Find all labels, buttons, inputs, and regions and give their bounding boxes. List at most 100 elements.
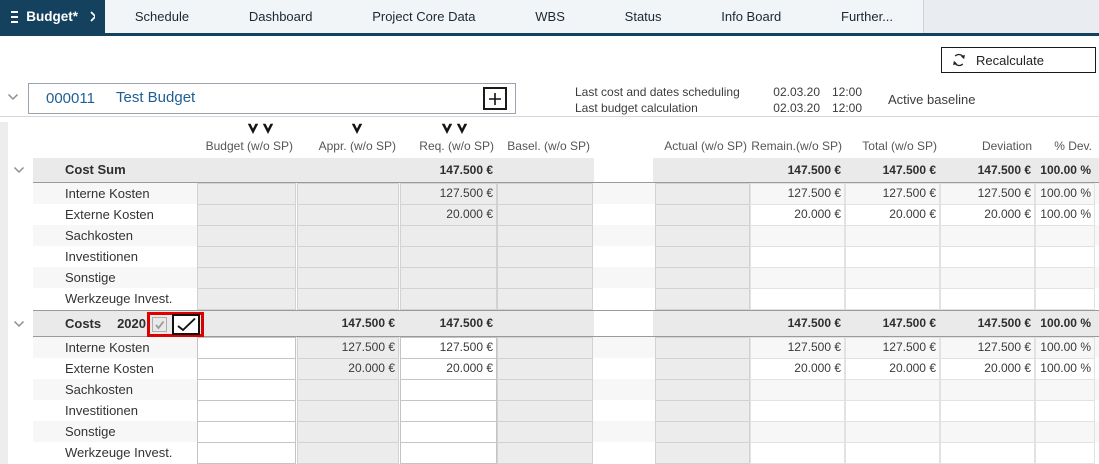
tab-status[interactable]: Status xyxy=(625,9,662,24)
cell-budget[interactable] xyxy=(197,442,296,464)
row-label: Sachkosten xyxy=(65,225,133,246)
cell-budget[interactable] xyxy=(197,358,296,380)
cell-remain xyxy=(750,400,845,422)
cell-basel xyxy=(497,246,593,268)
cell-appr xyxy=(297,442,399,464)
value-pct: 100.00 % xyxy=(1035,183,1095,204)
section-expand-chevron-icon[interactable] xyxy=(13,166,25,174)
summary-value-deviation: 147.500 € xyxy=(940,158,1035,182)
recalculate-button[interactable]: Recalculate xyxy=(941,47,1096,73)
cell-basel xyxy=(497,442,593,464)
cell-budget xyxy=(197,225,296,247)
cell-total xyxy=(845,246,940,268)
tab-list: Schedule Dashboard Project Core Data WBS Sta… xyxy=(105,0,923,33)
close-tab-icon[interactable] xyxy=(90,11,95,22)
tab-schedule[interactable]: Schedule xyxy=(135,9,189,24)
cell-budget xyxy=(197,267,296,289)
cell-appr xyxy=(297,421,399,443)
cell-appr xyxy=(297,225,399,247)
column-marker-group-appr xyxy=(351,123,362,136)
approved-checkbox-disabled xyxy=(152,317,167,332)
column-marker-icon xyxy=(441,123,452,134)
value-req: 20.000 € xyxy=(400,358,497,379)
tab-project-core-data[interactable]: Project Core Data xyxy=(372,9,475,24)
column-marker-group-req xyxy=(441,123,467,136)
cell-budget xyxy=(197,183,296,205)
column-marker-icon xyxy=(351,123,362,134)
cell-budget[interactable] xyxy=(197,379,296,401)
active-tab-label: Budget* xyxy=(26,9,78,24)
cell-remain xyxy=(750,246,845,268)
cell-basel xyxy=(497,183,593,205)
value-pct: 100.00 % xyxy=(1035,204,1095,225)
cell-deviation xyxy=(940,442,1035,464)
recalculate-icon xyxy=(951,52,967,68)
value-req: 127.500 € xyxy=(400,183,497,204)
cell-total xyxy=(845,400,940,422)
cell-deviation xyxy=(940,288,1035,310)
tab-wbs[interactable]: WBS xyxy=(535,9,565,24)
cell-appr xyxy=(297,246,399,268)
project-expand-chevron-icon[interactable] xyxy=(7,93,19,101)
value-deviation: 20.000 € xyxy=(940,204,1035,225)
value-appr: 127.500 € xyxy=(297,337,399,358)
row-label: Externe Kosten xyxy=(65,358,154,379)
section-title: Costs xyxy=(65,311,101,336)
cell-deviation xyxy=(940,225,1035,247)
tab-bar-right-area xyxy=(923,0,1099,33)
column-marker-icon xyxy=(247,123,258,134)
summary-value-pct: 100.00 % xyxy=(1035,158,1095,182)
summary-value-total: 147.500 € xyxy=(845,311,940,336)
cell-budget[interactable] xyxy=(197,337,296,359)
cell-total xyxy=(845,288,940,310)
cell-actual xyxy=(655,358,750,380)
cell-req[interactable] xyxy=(400,379,497,401)
cell-actual xyxy=(655,225,750,247)
cell-basel xyxy=(497,421,593,443)
cell-basel xyxy=(497,204,593,226)
checkmark-icon xyxy=(176,317,197,332)
cell-deviation xyxy=(940,421,1035,443)
budget-app-window: Schedule Dashboard Project Core Data WBS Sta… xyxy=(0,0,1099,464)
approve-checkbox[interactable] xyxy=(172,314,200,335)
recalculate-label: Recalculate xyxy=(976,53,1044,68)
tab-info-board[interactable]: Info Board xyxy=(721,9,781,24)
cell-req[interactable] xyxy=(400,442,497,464)
cell-basel xyxy=(497,267,593,289)
tab-budget-active[interactable]: Budget* xyxy=(0,0,105,33)
summary-value-req: 147.500 € xyxy=(400,311,497,336)
tab-dashboard[interactable]: Dashboard xyxy=(249,9,313,24)
row-label: Werkzeuge Invest. xyxy=(65,288,172,309)
cell-actual xyxy=(655,442,750,464)
project-header: 000011 Test Budget xyxy=(28,83,516,114)
cell-req[interactable] xyxy=(400,400,497,422)
value-total: 20.000 € xyxy=(845,204,940,225)
tab-bar: Schedule Dashboard Project Core Data WBS Sta… xyxy=(0,0,1099,36)
cell-total xyxy=(845,421,940,443)
cell-budget[interactable] xyxy=(197,421,296,443)
add-budget-button[interactable] xyxy=(483,87,507,110)
section-expand-chevron-icon[interactable] xyxy=(13,320,25,328)
section-separator xyxy=(33,182,1099,183)
cell-pct xyxy=(1035,400,1095,422)
row-label: Externe Kosten xyxy=(65,204,154,225)
cell-budget[interactable] xyxy=(197,400,296,422)
cell-appr xyxy=(297,204,399,226)
calculation-label: Last budget calculation xyxy=(575,101,698,115)
cell-basel xyxy=(497,225,593,247)
value-remain: 127.500 € xyxy=(750,183,845,204)
value-deviation: 127.500 € xyxy=(940,337,1035,358)
row-label: Sonstige xyxy=(65,421,116,442)
summary-value-total: 147.500 € xyxy=(845,158,940,182)
menu-icon[interactable] xyxy=(10,10,18,24)
row-label: Interne Kosten xyxy=(65,337,150,358)
value-deviation: 20.000 € xyxy=(940,358,1035,379)
tab-further[interactable]: Further... xyxy=(841,9,893,24)
cell-req[interactable] xyxy=(400,421,497,443)
summary-value-remain: 147.500 € xyxy=(750,311,845,336)
row-label: Sonstige xyxy=(65,267,116,288)
cell-budget xyxy=(197,288,296,310)
cell-req xyxy=(400,246,497,268)
cell-pct xyxy=(1035,421,1095,443)
cell-appr xyxy=(297,288,399,310)
